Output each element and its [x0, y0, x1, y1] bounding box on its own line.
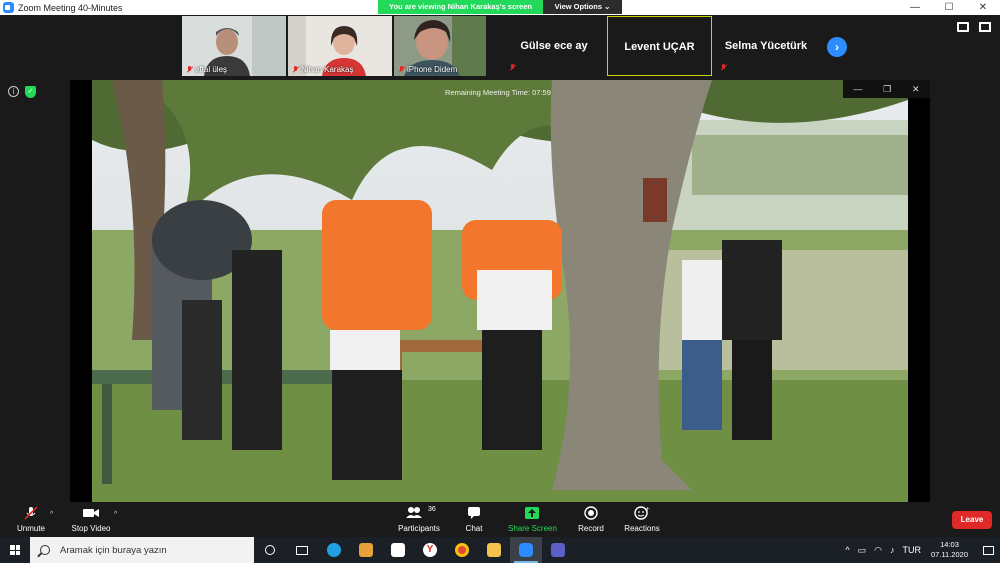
- minimize-button[interactable]: —: [898, 0, 932, 15]
- participant-name: eftal üleş: [195, 65, 228, 74]
- participant-name-label: eftal üleş: [186, 65, 227, 74]
- search-icon: [40, 545, 50, 555]
- unmute-button[interactable]: Unmute: [14, 506, 48, 533]
- share-screen-label: Share Screen: [508, 524, 557, 533]
- yandex-browser-icon[interactable]: Y: [414, 537, 446, 563]
- edge-browser-icon[interactable]: [318, 537, 350, 563]
- share-screen-arrow-icon: [508, 506, 556, 520]
- chat-label: Chat: [465, 524, 483, 533]
- participant-video-tile[interactable]: Nihan Karakaş: [288, 16, 392, 76]
- mic-muted-icon: [509, 64, 516, 72]
- chrome-icon[interactable]: [446, 537, 478, 563]
- windows-taskbar: Aramak için buraya yazın Y ^ ▭ ◠ ♪ TUR 1…: [0, 537, 1000, 563]
- tray-chevron-icon[interactable]: ^: [845, 545, 849, 555]
- participant-name: Levent UÇAR: [624, 41, 695, 53]
- media-player-icon[interactable]: [350, 537, 382, 563]
- notification-center-icon[interactable]: [976, 537, 1000, 563]
- participant-name-tile-active-speaker[interactable]: Levent UÇAR: [607, 16, 712, 76]
- cortana-icon[interactable]: [254, 537, 286, 563]
- stop-video-button[interactable]: Stop Video: [70, 506, 112, 533]
- search-placeholder: Aramak için buraya yazın: [60, 544, 167, 556]
- zoom-logo-icon: [3, 2, 14, 13]
- participants-count: 36: [428, 506, 436, 513]
- window-title: Zoom Meeting 40-Minutes: [18, 2, 123, 13]
- hikers-photo-image: [92, 80, 908, 502]
- shared-restore-button[interactable]: ❐: [883, 84, 891, 95]
- chat-button[interactable]: Chat: [462, 506, 486, 533]
- info-icon[interactable]: i: [8, 86, 19, 97]
- shared-window-controls: — ❐ ✕: [843, 80, 930, 98]
- mic-muted-icon: [720, 64, 727, 72]
- teams-icon[interactable]: [542, 537, 574, 563]
- participant-video-tile[interactable]: iPhone Didem: [394, 16, 486, 76]
- mic-muted-icon: [186, 65, 193, 74]
- gallery-view-icon[interactable]: [957, 22, 969, 32]
- close-window-button[interactable]: ✕: [966, 0, 1000, 15]
- maximize-button[interactable]: ☐: [932, 0, 966, 15]
- task-view-icon[interactable]: [286, 537, 318, 563]
- smiley-plus-icon: +: [624, 506, 660, 520]
- video-camera-icon: [70, 506, 112, 520]
- store-icon[interactable]: [382, 537, 414, 563]
- video-options-chevron-icon[interactable]: ^: [114, 511, 117, 518]
- shared-screen-area: [70, 80, 930, 502]
- chat-bubble-icon: [462, 506, 486, 520]
- participant-name-tile[interactable]: Gülse ece ay: [503, 16, 605, 76]
- participant-video-tile[interactable]: eftal üleş: [182, 16, 286, 76]
- mic-muted-icon: [14, 506, 48, 520]
- zoom-app-icon[interactable]: [510, 537, 542, 563]
- shared-close-button[interactable]: ✕: [912, 84, 920, 95]
- network-icon[interactable]: ◠: [874, 545, 882, 556]
- volume-icon[interactable]: ♪: [890, 545, 895, 555]
- taskbar-search-box[interactable]: Aramak için buraya yazın: [30, 537, 254, 563]
- record-label: Record: [578, 524, 604, 533]
- leave-meeting-button[interactable]: Leave: [952, 511, 992, 529]
- participants-button[interactable]: 36 Participants: [396, 506, 442, 533]
- reactions-label: Reactions: [624, 524, 660, 533]
- file-explorer-icon[interactable]: [478, 537, 510, 563]
- share-screen-button[interactable]: Share Screen: [508, 506, 557, 533]
- participants-icon: 36: [396, 506, 442, 520]
- reactions-button[interactable]: + Reactions: [624, 506, 660, 533]
- view-options-button[interactable]: View Options ⌄: [543, 0, 622, 14]
- shared-minimize-button[interactable]: —: [853, 84, 862, 94]
- unmute-label: Unmute: [16, 524, 45, 533]
- participant-name: iPhone Didem: [407, 65, 458, 74]
- participant-name-label: Nihan Karakaş: [292, 65, 353, 74]
- battery-icon[interactable]: ▭: [858, 545, 867, 556]
- system-tray: ^ ▭ ◠ ♪ TUR 14:03 07.11.2020: [841, 537, 1000, 563]
- svg-text:+: +: [645, 506, 650, 513]
- shield-check-icon[interactable]: ✓: [25, 86, 36, 98]
- mic-muted-icon: [398, 65, 405, 74]
- record-icon: [577, 506, 605, 520]
- clock-time: 14:03: [940, 540, 959, 549]
- zoom-window: Zoom Meeting 40-Minutes — ☐ ✕ You are vi…: [0, 0, 1000, 563]
- participant-name-label: iPhone Didem: [398, 65, 457, 74]
- window-controls: — ☐ ✕: [898, 0, 1000, 15]
- viewing-screen-label: You are viewing Nihan Karakaş's screen: [378, 0, 543, 14]
- mic-muted-icon: [292, 65, 299, 74]
- screen-share-banner: You are viewing Nihan Karakaş's screen V…: [378, 0, 622, 14]
- meeting-info: i ✓: [8, 86, 36, 98]
- audio-options-chevron-icon[interactable]: ^: [50, 511, 53, 518]
- shared-photo: [92, 80, 908, 502]
- remaining-meeting-time: Remaining Meeting Time: 07:59: [445, 88, 551, 97]
- participant-name: Nihan Karakaş: [301, 65, 354, 74]
- participants-label: Participants: [398, 524, 440, 533]
- participant-name-tile[interactable]: Selma Yücetürk: [714, 16, 818, 76]
- record-button[interactable]: Record: [577, 506, 605, 533]
- participant-name: Selma Yücetürk: [724, 40, 808, 52]
- language-indicator[interactable]: TUR: [903, 545, 922, 555]
- clock[interactable]: 14:03 07.11.2020: [931, 540, 968, 560]
- exit-fullscreen-icon[interactable]: [979, 22, 991, 32]
- windows-start-icon[interactable]: [0, 537, 30, 563]
- participant-name: Gülse ece ay: [520, 40, 588, 52]
- next-page-chevron-icon[interactable]: ›: [827, 37, 847, 57]
- clock-date: 07.11.2020: [931, 550, 968, 559]
- stop-video-label: Stop Video: [71, 524, 111, 533]
- view-controls: [957, 22, 991, 32]
- meeting-toolbar: Unmute ^ Stop Video ^ 36 Participants Ch…: [0, 502, 1000, 537]
